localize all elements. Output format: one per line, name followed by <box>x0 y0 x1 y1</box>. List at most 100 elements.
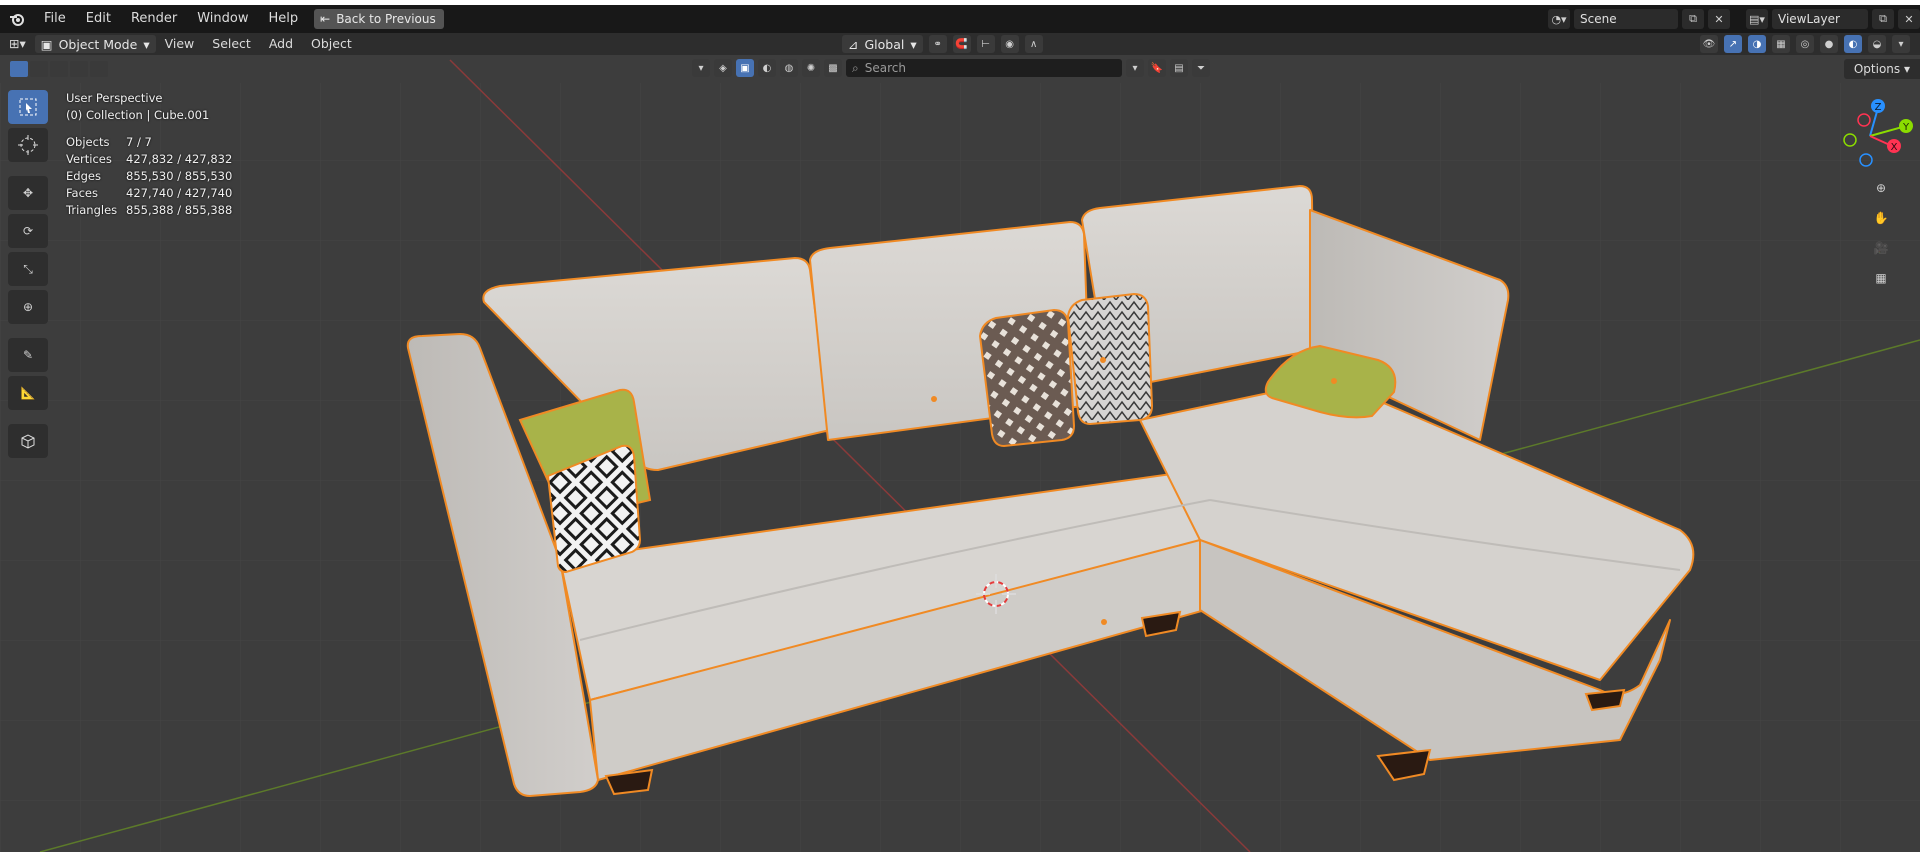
select-subtract-icon[interactable] <box>50 61 68 77</box>
scene-browse-icon[interactable]: ◔▾ <box>1548 9 1570 29</box>
bookmark-icon[interactable]: 🔖 <box>1148 59 1166 77</box>
chevron-down-icon: ▾ <box>910 36 917 52</box>
gizmo-x-label: X <box>1891 142 1898 153</box>
stats-row-objects: Objects 7 / 7 <box>66 135 152 149</box>
gizmo-neg-z-axis[interactable] <box>1859 153 1873 167</box>
gizmo-toggle-icon[interactable]: ↗ <box>1724 35 1742 53</box>
display-mode-icon[interactable]: ▤ <box>1170 59 1188 77</box>
filter-funnel-icon[interactable]: ⏷ <box>1192 59 1210 77</box>
zoom-icon[interactable]: ⊕ <box>1868 176 1894 200</box>
editor-type-icon[interactable]: ⊞▾ <box>0 33 35 55</box>
transform-orientation-label: Global <box>864 36 905 52</box>
search-placeholder: Search <box>864 61 906 75</box>
navigation-gizmo[interactable]: Z Y X <box>1826 92 1914 180</box>
scene-name-field[interactable]: Scene <box>1574 9 1678 29</box>
proportional-edit-icon[interactable]: ◉ <box>1000 35 1019 53</box>
filter-all-icon[interactable]: ◈ <box>714 59 732 77</box>
annotate-tool-icon[interactable]: ✎ <box>8 338 48 372</box>
filter-light-icon[interactable]: ✺ <box>802 59 820 77</box>
rotate-tool-icon[interactable]: ⟳ <box>8 214 48 248</box>
options-dropdown[interactable]: Options ▾ <box>1843 59 1920 79</box>
shading-solid-icon[interactable]: ● <box>1820 35 1838 53</box>
viewport-stats-overlay: User Perspective (0) Collection | Cube.0… <box>66 90 232 219</box>
gizmo-neg-x-axis[interactable] <box>1857 113 1871 127</box>
shading-material-icon[interactable]: ◐ <box>1844 35 1862 53</box>
menu-add[interactable]: Add <box>260 33 302 55</box>
viewlayer-name: ViewLayer <box>1778 12 1840 26</box>
select-difference-icon[interactable] <box>70 61 88 77</box>
move-tool-icon[interactable]: ✥ <box>8 176 48 210</box>
visibility-icon[interactable]: 👁 <box>1700 35 1718 53</box>
stats-row-edges: Edges 855,530 / 855,530 <box>66 169 233 183</box>
gizmo-y-label: Y <box>1902 122 1910 133</box>
transform-orientation-dropdown[interactable]: ⊿ Global ▾ <box>842 35 923 53</box>
gizmo-z-label: Z <box>1875 102 1882 113</box>
scale-tool-icon[interactable]: ⤡ <box>8 252 48 286</box>
filter-object-icon[interactable]: ▣ <box>736 59 754 77</box>
object-mode-icon: ▣ <box>40 36 53 52</box>
filter-world-icon[interactable]: ◍ <box>780 59 798 77</box>
back-icon: ⇤ <box>320 12 331 26</box>
gizmo-neg-y-axis[interactable] <box>1843 133 1857 147</box>
falloff-icon[interactable]: ∧ <box>1024 35 1043 53</box>
search-options-icon[interactable]: ▾ <box>1126 59 1144 77</box>
scene-delete-icon[interactable]: ✕ <box>1708 9 1730 29</box>
perspective-toggle-icon[interactable]: ▦ <box>1868 266 1894 290</box>
chevron-down-icon: ▾ <box>143 36 150 52</box>
orientation-icon: ⊿ <box>848 36 859 52</box>
menu-object[interactable]: Object <box>302 33 361 55</box>
shading-options-icon[interactable]: ▾ <box>1892 35 1910 53</box>
filter-material-icon[interactable]: ◐ <box>758 59 776 77</box>
add-cube-tool-icon[interactable] <box>8 424 48 458</box>
mode-selector[interactable]: ▣ Object Mode ▾ <box>34 35 156 53</box>
menu-window[interactable]: Window <box>187 5 258 33</box>
transform-tool-icon[interactable]: ⊕ <box>8 290 48 324</box>
options-label: Options <box>1853 62 1901 76</box>
collection-info: (0) Collection | Cube.001 <box>66 108 210 122</box>
cursor-tool-icon[interactable] <box>8 128 48 162</box>
asset-filter-bar: ▾ ◈ ▣ ◐ ◍ ✺ ▩ ⌕ Search ▾ 🔖 ▤ ⏷ <box>692 59 1210 77</box>
filter-texture-icon[interactable]: ▩ <box>824 59 842 77</box>
viewlayer-name-field[interactable]: ViewLayer <box>1772 9 1868 29</box>
menu-edit[interactable]: Edit <box>76 5 121 33</box>
scene-new-icon[interactable]: ⧉ <box>1682 9 1704 29</box>
select-box-tool-icon[interactable] <box>8 90 48 124</box>
back-to-previous-label: Back to Previous <box>336 12 436 26</box>
search-input[interactable]: ⌕ Search <box>846 59 1122 77</box>
menu-view[interactable]: View <box>156 33 204 55</box>
selection-mode-buttons <box>10 61 108 77</box>
viewport-subheader: ▾ ◈ ▣ ◐ ◍ ✺ ▩ ⌕ Search ▾ 🔖 ▤ ⏷ Options ▾ <box>0 55 1920 83</box>
overlay-toggle-icon[interactable]: ◑ <box>1748 35 1766 53</box>
snap-toggle-icon[interactable]: 🧲 <box>952 35 971 53</box>
menu-select[interactable]: Select <box>203 33 260 55</box>
transform-tools: ⊿ Global ▾ ⚭ 🧲 ⊢ ◉ ∧ <box>842 33 1043 55</box>
select-extend-icon[interactable] <box>30 61 48 77</box>
blender-logo-icon[interactable] <box>0 5 34 33</box>
xray-toggle-icon[interactable]: ▦ <box>1772 35 1790 53</box>
camera-view-icon[interactable]: 🎥 <box>1868 236 1894 260</box>
measure-tool-icon[interactable]: 📐 <box>8 376 48 410</box>
stats-row-faces: Faces 427,740 / 427,740 <box>66 186 233 200</box>
select-intersect-icon[interactable] <box>90 61 108 77</box>
mode-label: Object Mode <box>58 36 138 52</box>
collapse-icon[interactable]: ▾ <box>692 59 710 77</box>
menu-render[interactable]: Render <box>121 5 187 33</box>
pivot-point-icon[interactable]: ⚭ <box>928 35 947 53</box>
snap-target-icon[interactable]: ⊢ <box>976 35 995 53</box>
shading-rendered-icon[interactable]: ◒ <box>1868 35 1886 53</box>
viewlayer-delete-icon[interactable]: ✕ <box>1898 9 1920 29</box>
viewport-render[interactable] <box>0 0 1920 852</box>
stats-row-vertices: Vertices 427,832 / 427,832 <box>66 152 233 166</box>
viewport-display-tools: 👁 ↗ ◑ ▦ ◎ ● ◐ ◒ ▾ <box>1700 33 1910 55</box>
viewlayer-browse-icon[interactable]: ▤▾ <box>1746 9 1768 29</box>
shading-wireframe-icon[interactable]: ◎ <box>1796 35 1814 53</box>
search-icon: ⌕ <box>852 60 859 75</box>
viewlayer-new-icon[interactable]: ⧉ <box>1872 9 1894 29</box>
pan-hand-icon[interactable]: ✋ <box>1868 206 1894 230</box>
top-menubar: File Edit Render Window Help ⇤ Back to P… <box>0 5 1920 33</box>
back-to-previous-button[interactable]: ⇤ Back to Previous <box>314 9 444 29</box>
select-new-icon[interactable] <box>10 61 28 77</box>
scene-controls: ◔▾ Scene ⧉ ✕ ▤▾ ViewLayer ⧉ ✕ <box>1548 5 1920 33</box>
menu-file[interactable]: File <box>34 5 76 33</box>
menu-help[interactable]: Help <box>259 5 309 33</box>
